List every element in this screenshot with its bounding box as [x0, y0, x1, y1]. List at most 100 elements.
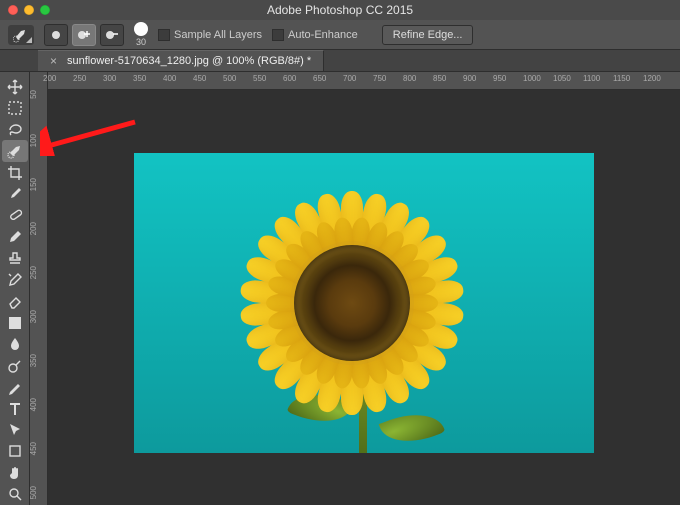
active-tool-indicator[interactable]	[8, 25, 34, 45]
selection-mode-group	[44, 24, 124, 46]
pathsel-icon	[7, 422, 23, 438]
stamp-tool[interactable]	[2, 248, 28, 269]
ruler-tick: 450	[30, 442, 47, 455]
history-brush-tool[interactable]	[2, 269, 28, 290]
ruler-tick: 50	[30, 90, 47, 99]
marquee-icon	[7, 100, 23, 116]
type-icon	[7, 401, 23, 417]
ruler-tick: 950	[493, 74, 506, 83]
quick-select-icon	[13, 27, 29, 43]
blur-icon	[7, 336, 23, 352]
wand-icon	[7, 143, 23, 159]
new-selection-button[interactable]	[44, 24, 68, 46]
eyedropper-tool[interactable]	[2, 183, 28, 204]
ruler-tick: 400	[163, 74, 176, 83]
eraser-tool[interactable]	[2, 291, 28, 312]
eraser-icon	[7, 293, 23, 309]
refine-edge-button[interactable]: Refine Edge...	[382, 25, 474, 45]
ruler-tick: 300	[103, 74, 116, 83]
ruler-tick: 350	[30, 354, 47, 367]
ruler-tick: 400	[30, 398, 47, 411]
horizontal-ruler: 2002503003504004505005506006507007508008…	[48, 72, 680, 90]
marquee-tool[interactable]	[2, 97, 28, 118]
crop-icon	[7, 165, 23, 181]
brush-tool[interactable]	[2, 226, 28, 247]
ruler-tick: 850	[433, 74, 446, 83]
brush-preview[interactable]: 30	[134, 22, 148, 47]
ruler-tick: 1050	[553, 74, 571, 83]
crop-tool[interactable]	[2, 162, 28, 183]
hand-tool[interactable]	[2, 462, 28, 483]
ruler-tick: 450	[193, 74, 206, 83]
ruler-tick: 250	[30, 266, 47, 279]
ruler-tick: 1100	[583, 74, 600, 83]
healing-tool[interactable]	[2, 205, 28, 226]
zoom-icon	[7, 486, 23, 502]
dodge-icon	[7, 358, 23, 374]
subtract-selection-button[interactable]	[100, 24, 124, 46]
sunflower-center	[294, 245, 410, 361]
sample-all-layers-label: Sample All Layers	[174, 29, 262, 41]
ruler-tick: 300	[30, 310, 47, 323]
sunflower	[232, 183, 472, 423]
tool-strip	[0, 72, 30, 505]
gradient-tool[interactable]	[2, 312, 28, 333]
move-tool[interactable]	[2, 76, 28, 97]
quick-select-tool[interactable]	[2, 140, 28, 161]
add-selection-button[interactable]	[72, 24, 96, 46]
ruler-tick: 350	[133, 74, 146, 83]
lasso-icon	[7, 122, 23, 138]
document-tab[interactable]: × sunflower-5170634_1280.jpg @ 100% (RGB…	[38, 50, 324, 71]
document-tab-label: sunflower-5170634_1280.jpg @ 100% (RGB/8…	[67, 55, 311, 67]
stamp-icon	[7, 250, 23, 266]
brush-circle-icon	[134, 22, 148, 36]
pen-tool[interactable]	[2, 376, 28, 397]
close-window-icon[interactable]	[8, 5, 18, 15]
sample-all-layers-checkbox[interactable]: Sample All Layers	[158, 29, 262, 41]
ruler-tick: 200	[43, 74, 56, 83]
ruler-tick: 500	[223, 74, 236, 83]
rectangle-tool[interactable]	[2, 441, 28, 462]
pen-icon	[7, 379, 23, 395]
move-icon	[7, 79, 23, 95]
dodge-tool[interactable]	[2, 355, 28, 376]
ruler-tick: 250	[73, 74, 86, 83]
workspace: 50100150200250300350400450500 2002503003…	[0, 72, 680, 505]
ruler-tick: 750	[373, 74, 386, 83]
brush-size-value: 30	[136, 37, 146, 47]
image-canvas[interactable]	[134, 153, 594, 453]
app-title: Adobe Photoshop CC 2015	[267, 3, 413, 17]
lasso-tool[interactable]	[2, 119, 28, 140]
blur-tool[interactable]	[2, 333, 28, 354]
auto-enhance-label: Auto-Enhance	[288, 29, 358, 41]
ruler-tick: 600	[283, 74, 296, 83]
ruler-tick: 500	[30, 486, 47, 499]
maximize-window-icon[interactable]	[40, 5, 50, 15]
ruler-tick: 1200	[643, 74, 661, 83]
ruler-tick: 700	[343, 74, 356, 83]
canvas-viewport[interactable]	[48, 90, 680, 505]
canvas-area: 2002503003504004505005506006507007508008…	[48, 72, 680, 505]
checkbox-icon	[158, 29, 170, 41]
type-tool[interactable]	[2, 398, 28, 419]
auto-enhance-checkbox[interactable]: Auto-Enhance	[272, 29, 358, 41]
brush-plus-icon	[77, 28, 91, 42]
ruler-tick: 150	[30, 178, 47, 191]
rect-icon	[7, 443, 23, 459]
zoom-tool[interactable]	[2, 484, 28, 505]
hand-icon	[7, 465, 23, 481]
close-tab-icon[interactable]: ×	[50, 54, 57, 68]
brush-icon	[7, 229, 23, 245]
minimize-window-icon[interactable]	[24, 5, 34, 15]
ruler-tick: 1000	[523, 74, 541, 83]
ruler-tick: 800	[403, 74, 416, 83]
options-bar: 30 Sample All Layers Auto-Enhance Refine…	[0, 20, 680, 50]
brush-minus-icon	[105, 28, 119, 42]
ruler-tick: 650	[313, 74, 326, 83]
path-select-tool[interactable]	[2, 419, 28, 440]
bandaid-icon	[7, 207, 23, 223]
window-controls	[8, 5, 50, 15]
eyedrop-icon	[7, 186, 23, 202]
checkbox-icon	[272, 29, 284, 41]
document-tab-bar: × sunflower-5170634_1280.jpg @ 100% (RGB…	[0, 50, 680, 72]
